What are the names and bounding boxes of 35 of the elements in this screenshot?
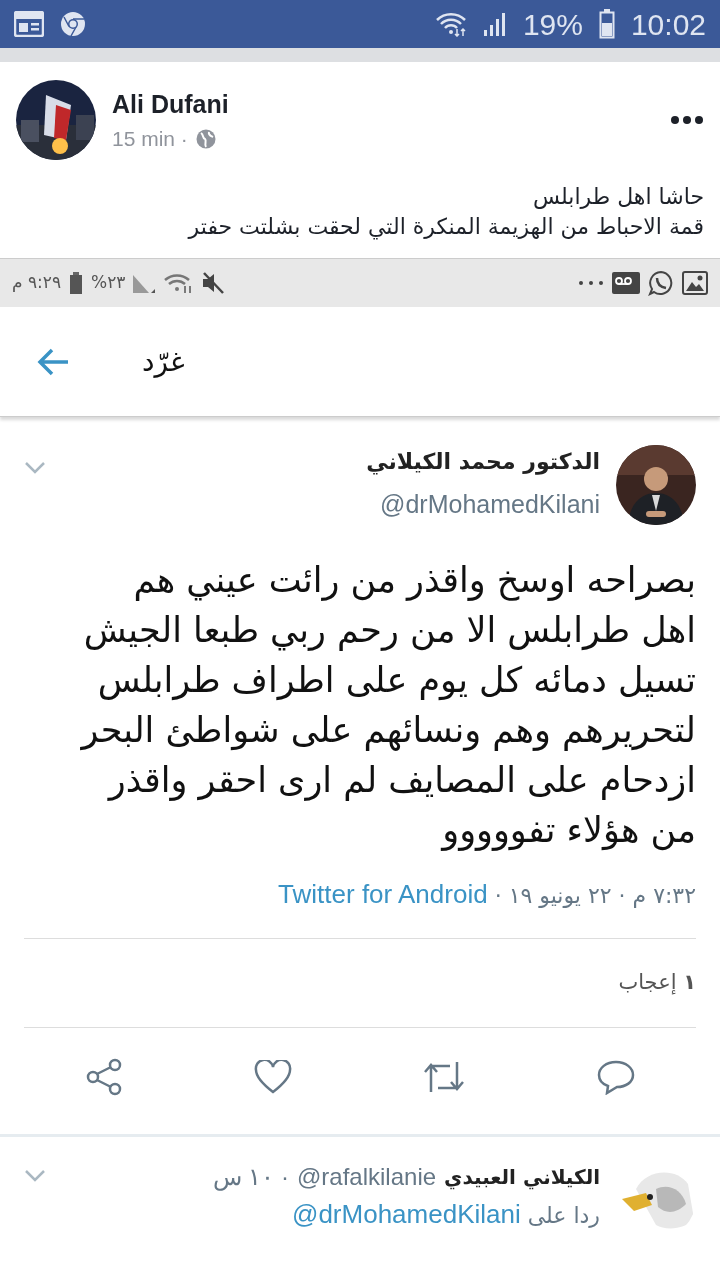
user-name[interactable]: الكيلاني العبيدي	[444, 1161, 600, 1192]
mute-icon	[201, 271, 226, 295]
battery-percentage: ٢٣%	[91, 271, 126, 295]
battery-icon	[598, 9, 615, 39]
post-time: 15 min ·	[112, 126, 188, 152]
wifi-icon	[434, 11, 467, 37]
battery-percentage: 19%	[522, 6, 583, 43]
screen-title: غرّد	[142, 343, 185, 380]
back-arrow-icon[interactable]	[36, 347, 70, 376]
image-icon	[682, 271, 708, 295]
clock-time: 10:02	[630, 6, 706, 43]
post-text: حاشا اهل طرابلس قمة الاحباط من الهزيمة المنكرة التي لحقت بشلتت حفتر	[186, 183, 705, 242]
heart-icon[interactable]	[253, 1059, 292, 1094]
wifi-icon	[163, 272, 194, 294]
share-icon[interactable]	[85, 1057, 124, 1096]
retweet-icon[interactable]	[422, 1059, 467, 1094]
chat-icon	[648, 270, 674, 296]
user-handle[interactable]: @rafalkilanie	[297, 1158, 437, 1195]
signal-icon	[482, 11, 507, 37]
browser-icon	[60, 11, 86, 37]
battery-icon	[69, 272, 84, 294]
signal-icon	[133, 273, 156, 293]
user-name[interactable]: الدكتور محمد الكيلاني	[366, 445, 600, 478]
likes-count[interactable]: ١ إعجاب	[0, 939, 720, 1027]
author-name[interactable]: Ali Dufani	[112, 85, 654, 123]
reply-time: · ١٠ س	[212, 1161, 289, 1193]
tweet-text: بصراحه اوسخ واقذر من رائت عيني هم اهل طرابلس الا من رحم ربي طبعا الجيش تسيل دمائه كل يوم على اطراف طرابلس لتحريرهم وهم ونسائهم على شواطئ البحر ازدحام على المصايف لم ارى احقر واقذر من هؤلاء تفووووو	[79, 559, 696, 853]
globe-icon	[195, 128, 216, 149]
more-icon	[578, 280, 604, 286]
clock-time: ٩:٢٩ م	[12, 271, 62, 295]
news-icon	[14, 11, 44, 37]
more-icon[interactable]	[670, 115, 704, 125]
reply-icon[interactable]	[596, 1058, 635, 1095]
user-handle[interactable]: @drMohamedKilani	[380, 486, 600, 524]
voicemail-icon	[612, 272, 640, 294]
